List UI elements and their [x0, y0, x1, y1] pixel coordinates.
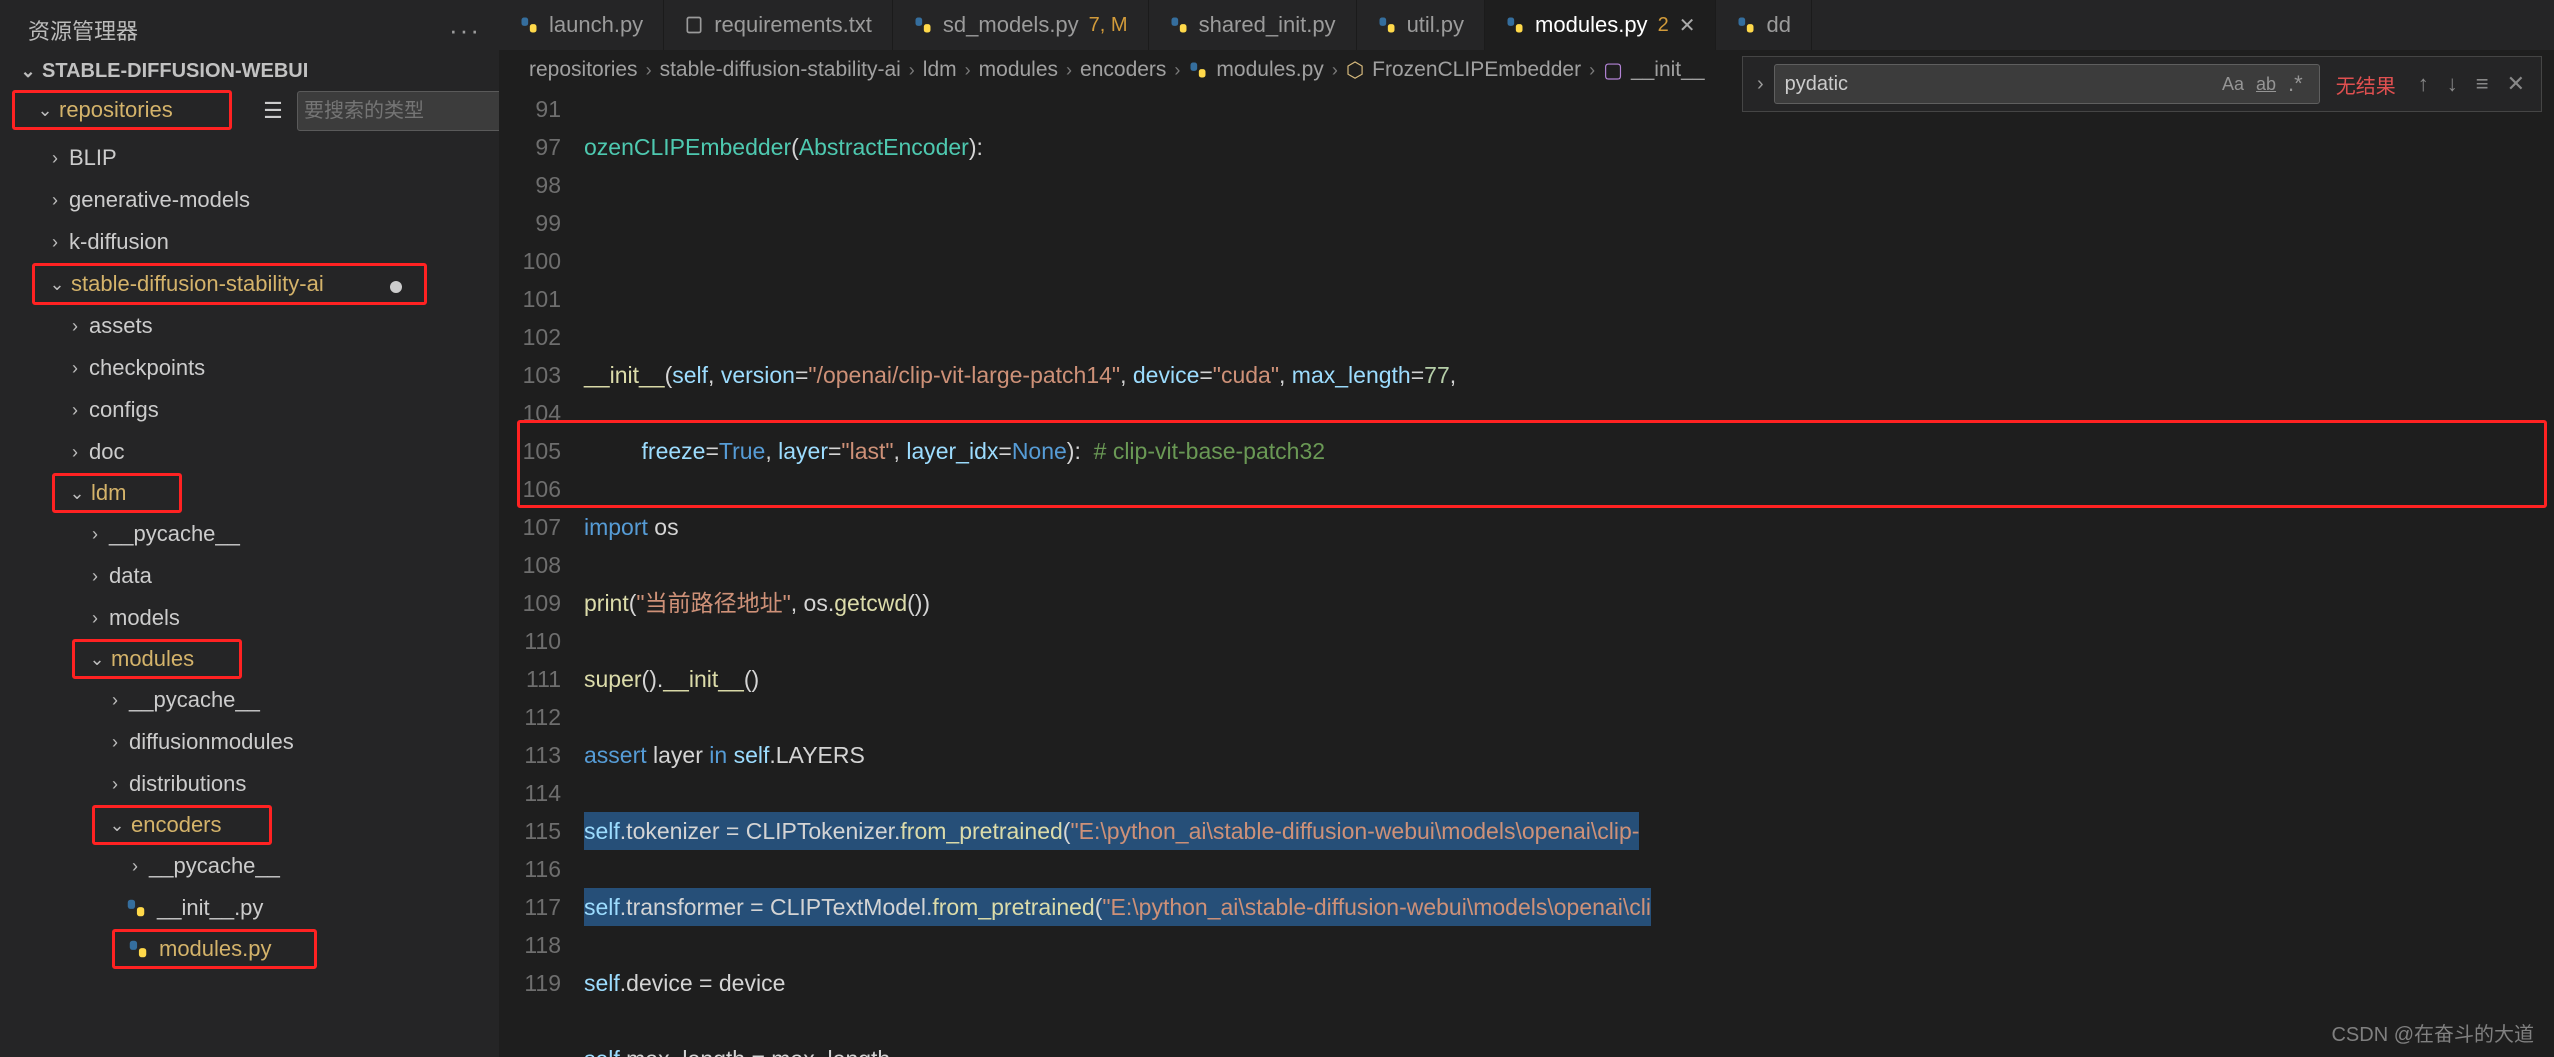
python-icon [1736, 15, 1756, 35]
find-input[interactable] [1785, 73, 2216, 96]
tree-item-initpy[interactable]: __init__.py [0, 887, 499, 929]
tree-item-ldm[interactable]: ⌄ldm [52, 473, 182, 513]
chevron-right-icon: › [105, 732, 125, 753]
find-result: 无结果 [2326, 70, 2406, 99]
watermark: CSDN @在奋斗的大道 [2331, 1018, 2534, 1047]
close-icon[interactable]: ✕ [2501, 71, 2531, 97]
chevron-down-icon: ⌄ [67, 483, 87, 504]
chevron-right-icon: › [909, 60, 915, 81]
tree-item-modules[interactable]: ⌄modules [72, 639, 242, 679]
chevron-right-icon: › [65, 316, 85, 337]
chevron-right-icon: › [105, 774, 125, 795]
project-title-row[interactable]: ⌄ STABLE-DIFFUSION-WEBUI [0, 56, 499, 87]
whole-word-icon[interactable]: ab [2250, 71, 2282, 98]
chevron-down-icon: ⌄ [47, 274, 67, 295]
tree-item-models[interactable]: ›models [0, 597, 499, 639]
tree-item-assets[interactable]: ›assets [0, 305, 499, 347]
tree-item-data[interactable]: ›data [0, 555, 499, 597]
chevron-right-icon: › [1589, 60, 1595, 81]
regex-icon[interactable]: .* [2282, 68, 2309, 100]
python-icon [1169, 15, 1189, 35]
python-icon [1377, 15, 1397, 35]
tree-item-distributions[interactable]: ›distributions [0, 763, 499, 805]
tab-sdmodels[interactable]: sd_models.py7, M [893, 0, 1149, 50]
explorer-sidebar: 资源管理器 ··· ⌄ STABLE-DIFFUSION-WEBUI ⌄ rep… [0, 0, 499, 1057]
chevron-right-icon: › [1066, 60, 1072, 81]
chevron-right-icon: › [65, 400, 85, 421]
tab-util[interactable]: util.py [1357, 0, 1485, 50]
tab-sharedinit[interactable]: shared_init.py [1149, 0, 1357, 50]
chevron-right-icon: › [85, 524, 105, 545]
tree-item-checkpoints[interactable]: ›checkpoints [0, 347, 499, 389]
tab-dd[interactable]: dd [1716, 0, 1811, 50]
tree-item-configs[interactable]: ›configs [0, 389, 499, 431]
project-name: STABLE-DIFFUSION-WEBUI [42, 60, 308, 83]
tree-item-generative-models[interactable]: ›generative-models [0, 179, 499, 221]
find-in-selection-icon[interactable]: ≡ [2470, 71, 2495, 97]
tab-requirements[interactable]: requirements.txt [664, 0, 893, 50]
tree-item-sd-stability-ai[interactable]: ⌄stable-diffusion-stability-ai [32, 263, 427, 305]
chevron-down-icon: ⌄ [87, 649, 107, 670]
chevron-right-icon: › [1332, 60, 1338, 81]
tree-item-pycache[interactable]: ›__pycache__ [0, 513, 499, 555]
chevron-right-icon: › [105, 690, 125, 711]
chevron-right-icon: › [45, 232, 65, 253]
python-icon [913, 15, 933, 35]
text-file-icon [684, 15, 704, 35]
class-icon: ⬡ [1346, 58, 1364, 83]
python-icon [1188, 60, 1208, 80]
find-widget: › Aa ab .* 无结果 ↑ ↓ ≡ ✕ [1742, 56, 2542, 112]
prev-match-icon[interactable]: ↑ [2412, 71, 2435, 97]
tree-item-repositories[interactable]: ⌄ repositories [12, 90, 232, 130]
tree-item-pycache[interactable]: ›__pycache__ [0, 679, 499, 721]
explorer-title: 资源管理器 [28, 14, 138, 46]
chevron-right-icon: › [45, 148, 65, 169]
chevron-down-icon: ⌄ [107, 815, 127, 836]
chevron-down-icon: ⌄ [18, 61, 38, 82]
chevron-right-icon: › [65, 442, 85, 463]
more-icon[interactable]: ··· [449, 15, 481, 46]
python-icon [1505, 15, 1525, 35]
editor-area: launch.py requirements.txt sd_models.py7… [499, 0, 2554, 1057]
tree-item-k-diffusion[interactable]: ›k-diffusion [0, 221, 499, 263]
next-match-icon[interactable]: ↓ [2441, 71, 2464, 97]
tree-item-encoders[interactable]: ⌄encoders [92, 805, 272, 845]
chevron-right-icon: › [65, 358, 85, 379]
python-icon [125, 897, 147, 919]
chevron-right-icon: › [85, 566, 105, 587]
chevron-right-icon: › [85, 608, 105, 629]
highlight-annotation [517, 420, 2547, 508]
chevron-right-icon: › [45, 190, 65, 211]
find-input-wrap[interactable]: Aa ab .* [1774, 64, 2320, 104]
modified-dot-icon [390, 281, 402, 293]
code-lines[interactable]: ozenCLIPEmbedder(AbstractEncoder): __ini… [584, 90, 2554, 1057]
python-icon [127, 938, 149, 960]
chevron-right-icon[interactable]: › [1753, 73, 1768, 96]
method-icon: ▢ [1603, 58, 1623, 83]
tree-item-blip[interactable]: ›BLIP [0, 137, 499, 179]
tree-item-doc[interactable]: ›doc [0, 431, 499, 473]
tree-item-diffusionmodules[interactable]: ›diffusionmodules [0, 721, 499, 763]
close-icon[interactable]: ✕ [1679, 13, 1696, 38]
explorer-header: 资源管理器 ··· [0, 0, 499, 56]
chevron-down-icon: ⌄ [35, 100, 55, 121]
tab-modules[interactable]: modules.py2✕ [1485, 0, 1716, 50]
code-editor[interactable]: 9197989910010110210310410510610710810911… [499, 90, 2554, 1057]
tab-launch[interactable]: launch.py [499, 0, 664, 50]
chevron-right-icon: › [1174, 60, 1180, 81]
python-icon [519, 15, 539, 35]
tree-item-pycache[interactable]: ›__pycache__ [0, 845, 499, 887]
chevron-right-icon: › [965, 60, 971, 81]
editor-tabs: launch.py requirements.txt sd_models.py7… [499, 0, 2554, 50]
match-case-icon[interactable]: Aa [2216, 71, 2250, 98]
list-icon[interactable]: ☰ [257, 95, 289, 127]
chevron-right-icon: › [646, 60, 652, 81]
chevron-right-icon: › [125, 856, 145, 877]
line-gutter: 9197989910010110210310410510610710810911… [499, 90, 579, 1002]
tree-item-modulespy[interactable]: modules.py2 [112, 929, 317, 969]
file-tree: ›BLIP ›generative-models ›k-diffusion ⌄s… [0, 135, 499, 1057]
